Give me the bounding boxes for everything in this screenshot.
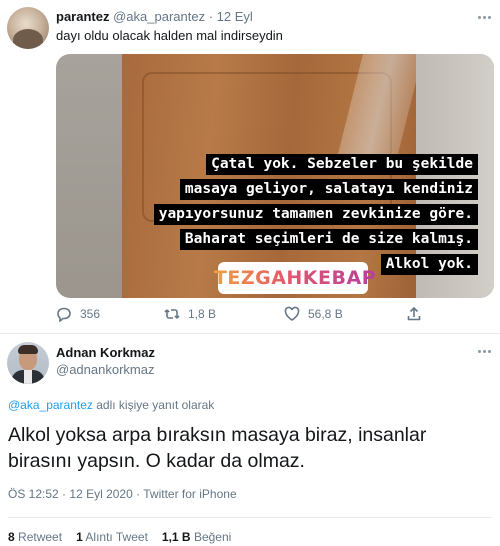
overlay-line: masaya geliyor, salatayı kendiniz — [179, 179, 478, 200]
handle[interactable]: @aka_parantez — [113, 9, 205, 24]
separator: · — [136, 487, 141, 501]
retweet-stat[interactable]: 8 Retweet — [8, 530, 62, 544]
like-button[interactable]: 56,8 B — [284, 306, 343, 322]
divider — [8, 517, 492, 518]
quote-tweet-stat[interactable]: 1 Alıntı Tweet — [76, 530, 148, 544]
stat-count: 1 — [76, 530, 83, 544]
reply-to-link[interactable]: @aka_parantez — [8, 398, 93, 412]
like-stat[interactable]: 1,1 B Beğeni — [162, 530, 231, 544]
story-text-overlay: Çatal yok. Sebzeler bu şekilde masaya ge… — [66, 154, 478, 279]
avatar[interactable] — [7, 342, 49, 384]
separator: · — [62, 487, 67, 501]
reply-tweet: Adnan Korkmaz @adnankorkmaz @aka_parante… — [0, 334, 500, 546]
tweet-header: parantez @aka_parantez · 12 Eyl — [56, 9, 253, 24]
reply-icon — [57, 307, 71, 322]
display-name[interactable]: Adnan Korkmaz — [56, 345, 155, 360]
stat-label: Retweet — [18, 530, 63, 544]
reply-button[interactable]: 356 — [56, 306, 100, 322]
retweet-icon — [164, 309, 180, 319]
overlay-line: Çatal yok. Sebzeler bu şekilde — [206, 154, 478, 175]
location-sticker: TEZGAHKEBAP — [214, 262, 376, 294]
engagement-stats: 8 Retweet 1 Alıntı Tweet 1,1 B Beğeni — [8, 530, 231, 544]
tweet-date[interactable]: 12 Eyl — [217, 9, 253, 24]
overlay-line: yapıyorsunuz tamamen zevkinize göre. — [153, 204, 478, 225]
more-options-icon[interactable] — [478, 348, 492, 356]
like-count: 56,8 B — [308, 307, 343, 321]
reply-to-suffix: adlı kişiye yanıt olarak — [96, 398, 215, 412]
more-options-icon[interactable] — [478, 14, 492, 22]
tweet-meta: ÖS 12:52 · 12 Eyl 2020 · Twitter for iPh… — [8, 487, 237, 501]
retweet-count: 1,8 B — [188, 307, 217, 321]
retweet-button[interactable]: 1,8 B — [164, 306, 216, 322]
separator: · — [208, 9, 214, 24]
tweet-media-image[interactable]: Çatal yok. Sebzeler bu şekilde masaya ge… — [56, 54, 494, 298]
handle[interactable]: @adnankorkmaz — [56, 362, 154, 377]
overlay-line: Baharat seçimleri de size kalmış. — [179, 229, 478, 250]
avatar[interactable] — [7, 7, 49, 49]
stat-count: 8 — [8, 530, 15, 544]
display-name[interactable]: parantez — [56, 9, 109, 24]
overlay-line: Alkol yok. — [380, 254, 478, 275]
tweet-text: dayı oldu olacak halden mal indirseydin — [56, 28, 283, 43]
tweet-time[interactable]: ÖS 12:52 — [8, 487, 59, 501]
quoted-tweet[interactable]: parantez @aka_parantez · 12 Eyl dayı old… — [0, 0, 500, 334]
stat-count: 1,1 B — [161, 530, 191, 544]
stat-label: Alıntı Tweet — [85, 530, 148, 544]
tweet-text: Alkol yoksa arpa bıraksın masaya biraz, … — [8, 424, 427, 472]
tweet-date[interactable]: 12 Eyl 2020 — [69, 487, 132, 501]
tweet-actions: 356 1,8 B 56,8 B — [56, 306, 486, 326]
tweet-client[interactable]: Twitter for iPhone — [143, 487, 236, 501]
share-button[interactable] — [406, 306, 422, 322]
location-name: TEZGAHKEBAP — [213, 267, 377, 289]
share-icon — [407, 306, 421, 321]
stat-label: Beğeni — [193, 530, 232, 544]
heart-icon — [284, 306, 300, 321]
reply-context: @aka_parantez adlı kişiye yanıt olarak — [8, 398, 214, 412]
reply-count: 356 — [80, 307, 101, 321]
